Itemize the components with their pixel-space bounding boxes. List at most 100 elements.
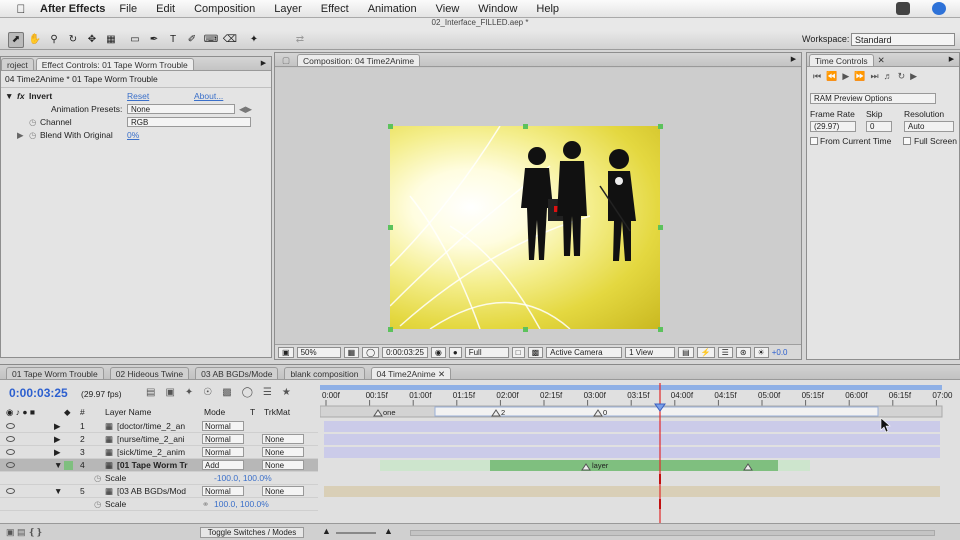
- hide-shy-icon[interactable]: ☉: [203, 387, 212, 398]
- menu-file[interactable]: File: [119, 3, 137, 15]
- expand-icons-icon[interactable]: ▣ ▤ ❴❵: [6, 527, 43, 538]
- blend-value[interactable]: 0%: [127, 129, 139, 142]
- scale-value[interactable]: -100.0, 100.0%: [214, 472, 272, 485]
- first-frame-icon[interactable]: ⏮: [813, 71, 821, 82]
- live-update-icon[interactable]: ▣: [165, 387, 174, 398]
- layer-name[interactable]: [03 AB BGDs/Mod: [117, 485, 186, 498]
- pixel-aspect-icon[interactable]: ▤: [678, 346, 694, 358]
- app-menu[interactable]: After Effects: [40, 3, 105, 15]
- time-graph[interactable]: 0:00f 00:15f 01:00f 01:15f 02:00f 02:15f 03:00…: [320, 380, 960, 523]
- tab-comp-02[interactable]: 02 Hideous Twine: [109, 367, 190, 379]
- scale-value[interactable]: 100.0, 100.0%: [214, 498, 269, 511]
- ram-preview-icon[interactable]: ▶: [910, 71, 917, 82]
- stopwatch-icon[interactable]: ◷: [29, 116, 36, 129]
- horizontal-scrollbar[interactable]: [410, 530, 935, 536]
- zoom-tool-icon[interactable]: ⚲: [46, 32, 62, 48]
- track-matte-select[interactable]: None: [262, 460, 304, 470]
- timeline-icon[interactable]: ☰: [717, 346, 733, 358]
- draft-3d-icon[interactable]: ✦: [185, 387, 193, 398]
- rotation-tool-icon[interactable]: ↻: [65, 32, 81, 48]
- motion-blur-icon[interactable]: ◯: [242, 387, 253, 398]
- preview-options-select[interactable]: RAM Preview Options: [810, 93, 936, 104]
- col-layer-name[interactable]: Layer Name: [105, 407, 151, 417]
- layer-duration-bar[interactable]: [324, 486, 940, 497]
- frame-blending-icon[interactable]: ▩: [222, 387, 231, 398]
- clone-stamp-tool-icon[interactable]: ⌨: [203, 32, 219, 48]
- track-matte-select[interactable]: None: [262, 434, 304, 444]
- tab-project[interactable]: roject: [1, 58, 34, 70]
- blend-mode-select[interactable]: Normal: [202, 434, 244, 444]
- panel-menu-icon[interactable]: ▶: [259, 59, 268, 68]
- selection-tool-icon[interactable]: ⬈: [8, 31, 24, 48]
- loop-icon[interactable]: ↻: [898, 71, 906, 82]
- menu-edit[interactable]: Edit: [156, 3, 175, 15]
- tab-composition[interactable]: Composition: 04 Time2Anime: [297, 54, 421, 66]
- layer-row-4[interactable]: ▼ 4 ▦ [01 Tape Worm Tr Add None: [0, 459, 318, 472]
- track-matte-select[interactable]: None: [262, 447, 304, 457]
- toggle-switches-button[interactable]: Toggle Switches / Modes: [200, 527, 304, 538]
- last-frame-icon[interactable]: ⏭: [870, 71, 878, 82]
- workspace-select[interactable]: Standard: [851, 33, 955, 46]
- layer-row-2[interactable]: ▶ 2 ▦ [nurse/time_2_ani Normal None: [0, 433, 318, 446]
- axis-mode-icon[interactable]: ⇄: [292, 32, 308, 48]
- tab-effect-controls[interactable]: Effect Controls: 01 Tape Worm Trouble: [35, 58, 194, 70]
- label-color-swatch[interactable]: [64, 461, 73, 470]
- layer-duration-bar[interactable]: [324, 447, 940, 458]
- from-current-checkbox[interactable]: [810, 137, 818, 145]
- menu-effect[interactable]: Effect: [321, 3, 349, 15]
- transform-handle[interactable]: [658, 225, 663, 230]
- menu-window[interactable]: Window: [478, 3, 517, 15]
- preset-prev-icon[interactable]: ◀▶: [239, 103, 252, 116]
- type-tool-icon[interactable]: T: [165, 32, 181, 48]
- layer-name[interactable]: [nurse/time_2_ani: [117, 433, 185, 446]
- skip-select[interactable]: 0: [866, 121, 892, 132]
- always-preview-icon[interactable]: ▣: [278, 346, 294, 358]
- pen-tool-icon[interactable]: ✒: [146, 32, 162, 48]
- tab-comp-03[interactable]: 03 AB BGDs/Mode: [195, 367, 279, 379]
- blend-mode-select[interactable]: Normal: [202, 447, 244, 457]
- effect-twirl-icon[interactable]: ▼: [5, 90, 13, 103]
- layer-duration-bar[interactable]: [324, 421, 940, 432]
- transform-handle[interactable]: [658, 327, 663, 332]
- zoom-slider[interactable]: [336, 532, 376, 534]
- visibility-eye-icon[interactable]: [6, 446, 15, 459]
- track-matte-select[interactable]: None: [262, 486, 304, 496]
- visibility-eye-icon[interactable]: [6, 485, 15, 498]
- twirl-icon[interactable]: ▶: [54, 433, 61, 446]
- layer-row-1[interactable]: ▶ 1 ▦ [doctor/time_2_an Normal: [0, 420, 318, 433]
- tab-comp-01[interactable]: 01 Tape Worm Trouble: [6, 367, 104, 379]
- next-frame-icon[interactable]: ⏩: [854, 71, 865, 82]
- pan-behind-tool-icon[interactable]: ▦: [103, 32, 119, 48]
- resolution-select[interactable]: Auto: [904, 121, 954, 132]
- puppet-pin-tool-icon[interactable]: ✦: [246, 32, 262, 48]
- menu-animation[interactable]: Animation: [368, 3, 417, 15]
- menu-view[interactable]: View: [436, 3, 460, 15]
- mask-visibility-icon[interactable]: ◯: [362, 346, 380, 358]
- work-area-bar[interactable]: [320, 385, 942, 390]
- channel-select[interactable]: RGB: [127, 117, 251, 127]
- zoom-select[interactable]: 50%: [296, 346, 341, 358]
- stopwatch-icon[interactable]: ◷: [94, 498, 101, 511]
- menu-layer[interactable]: Layer: [274, 3, 302, 15]
- audio-icon[interactable]: ♬: [884, 71, 893, 82]
- transform-handle[interactable]: [388, 225, 393, 230]
- blend-mode-select[interactable]: Normal: [202, 486, 244, 496]
- reset-link[interactable]: Reset: [127, 90, 149, 103]
- previous-frame-icon[interactable]: ⏪: [826, 71, 837, 82]
- tab-time-controls[interactable]: Time Controls: [809, 54, 874, 66]
- full-screen-checkbox[interactable]: [903, 137, 911, 145]
- twirl-open-icon[interactable]: ▼: [54, 459, 62, 472]
- transform-handle[interactable]: [388, 124, 393, 129]
- constrain-link-icon[interactable]: ⚭: [202, 498, 209, 511]
- composition-mini-flowchart-icon[interactable]: ▤: [146, 387, 155, 398]
- tab-comp-blank[interactable]: blank composition: [284, 367, 365, 379]
- twirl-icon[interactable]: ▶: [54, 420, 61, 433]
- snapshot-icon[interactable]: ◉: [430, 346, 446, 358]
- zoom-out-icon[interactable]: ▲: [322, 526, 331, 536]
- eraser-tool-icon[interactable]: ⌫: [222, 32, 238, 48]
- stopwatch-icon[interactable]: ◷: [29, 129, 36, 142]
- composition-viewer[interactable]: [275, 68, 801, 344]
- panel-menu-icon[interactable]: ▶: [789, 55, 798, 64]
- layer-duration-bar[interactable]: [490, 460, 778, 471]
- current-time-display[interactable]: 0:00:03:25: [382, 346, 428, 358]
